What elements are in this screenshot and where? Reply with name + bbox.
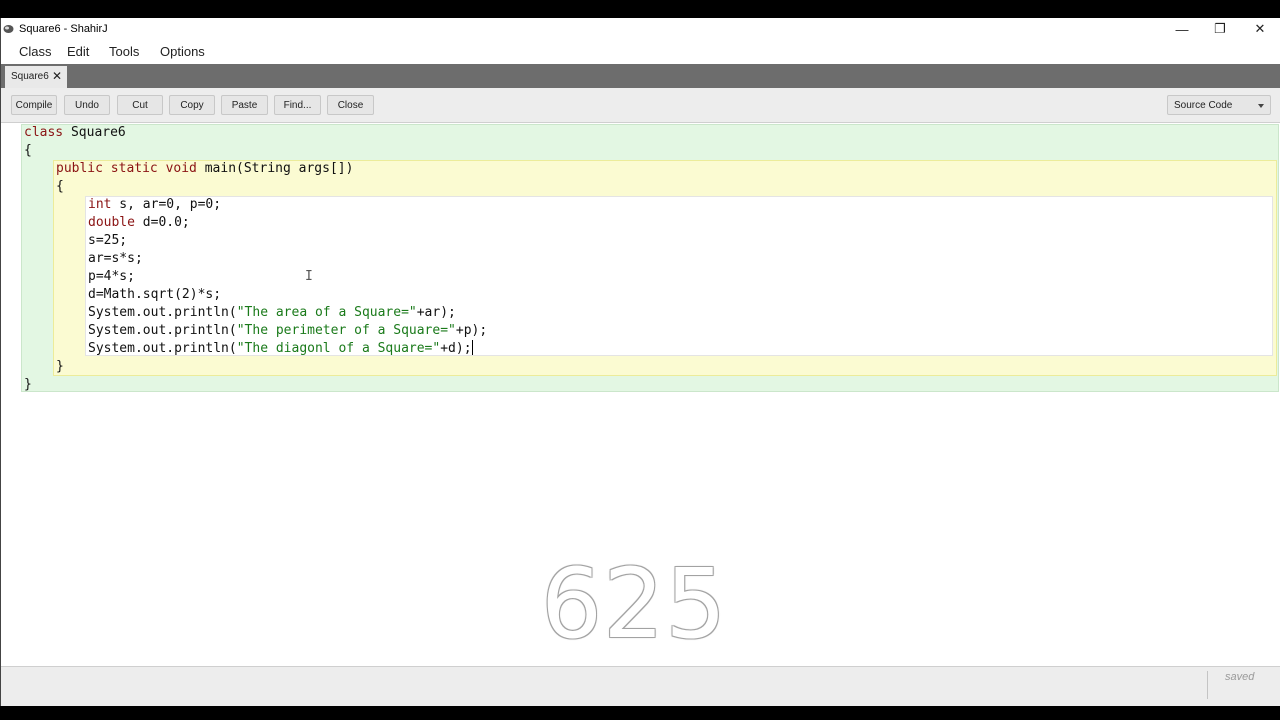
code-text: System.out.println(	[88, 341, 237, 356]
find-button[interactable]: Find...	[274, 95, 321, 115]
code-text: +p);	[455, 323, 488, 338]
code-line-8: ar=s*s;	[88, 251, 143, 266]
code-line-7: s=25;	[88, 233, 128, 248]
title-bar: Square6 - ShahirJ — ❐ ✕	[1, 18, 1280, 40]
code-text: +d);	[440, 341, 472, 356]
menu-options[interactable]: Options	[160, 44, 205, 59]
ibeam-cursor-icon: I	[305, 269, 313, 284]
code-text: System.out.println(	[88, 305, 237, 320]
close-window-button[interactable]: ✕	[1241, 18, 1279, 40]
bluej-editor-window: Square6 - ShahirJ — ❐ ✕ Class Edit Tools…	[0, 18, 1280, 706]
string-literal: "The area of a Square="	[236, 305, 417, 320]
code-text: s, ar=0, p=0;	[111, 197, 222, 212]
paste-button[interactable]: Paste	[221, 95, 268, 115]
close-button[interactable]: Close	[327, 95, 374, 115]
code-line-4: {	[56, 179, 64, 194]
bluej-app-icon	[3, 25, 14, 33]
code-line-10: d=Math.sqrt(2)*s;	[88, 287, 222, 302]
code-text: System.out.println(	[88, 323, 237, 338]
tab-close-icon[interactable]: ✕	[52, 69, 62, 83]
view-mode-value: Source Code	[1174, 100, 1233, 111]
copy-button[interactable]: Copy	[169, 95, 215, 115]
minimize-button[interactable]: —	[1163, 18, 1201, 40]
code-text: main(String args[])	[196, 161, 354, 176]
keyword: public static void	[56, 161, 197, 176]
code-line-2: {	[24, 143, 32, 158]
string-literal: "The perimeter of a Square="	[236, 323, 456, 338]
code-text: d=0.0;	[134, 215, 190, 230]
code-line-3: public static void main(String args[])	[56, 160, 353, 178]
code-line-12: System.out.println("The perimeter of a S…	[88, 322, 487, 340]
code-line-5: int s, ar=0, p=0;	[88, 196, 221, 214]
keyword: double	[88, 215, 135, 230]
string-literal: "The diagonl of a Square="	[236, 341, 441, 356]
code-line-13: System.out.println("The diagonl of a Squ…	[88, 340, 473, 358]
menu-tools[interactable]: Tools	[109, 44, 139, 59]
cut-button[interactable]: Cut	[117, 95, 163, 115]
menu-class[interactable]: Class	[19, 44, 52, 59]
code-line-15: }	[24, 377, 32, 392]
code-line-6: double d=0.0;	[88, 214, 190, 232]
editor-toolbar: Compile Undo Cut Copy Paste Find... Clos…	[1, 88, 1280, 123]
code-line-9: p=4*s;	[88, 269, 135, 284]
maximize-button[interactable]: ❐	[1201, 18, 1239, 40]
code-editor[interactable]: class Square6 { public static void main(…	[1, 123, 1280, 666]
code-line-11: System.out.println("The area of a Square…	[88, 304, 456, 322]
chevron-down-icon	[1258, 104, 1264, 108]
close-icon: ✕	[1254, 21, 1266, 36]
status-divider	[1207, 671, 1208, 699]
keyword: int	[88, 197, 112, 212]
code-line-14: }	[56, 359, 64, 374]
code-text: +ar);	[416, 305, 456, 320]
compile-button[interactable]: Compile	[11, 95, 57, 115]
view-mode-select[interactable]: Source Code	[1167, 95, 1271, 115]
menu-edit[interactable]: Edit	[67, 44, 89, 59]
window-title: Square6 - ShahirJ	[19, 23, 108, 35]
undo-button[interactable]: Undo	[64, 95, 110, 115]
overlay-result-number: 625	[541, 548, 728, 660]
minimize-icon: —	[1175, 21, 1189, 37]
text-cursor	[471, 340, 473, 355]
code-line-1: class Square6	[24, 124, 126, 142]
tab-square6[interactable]: Square6 ✕	[5, 66, 67, 88]
maximize-icon: ❐	[1214, 21, 1226, 36]
menu-bar: Class Edit Tools Options	[1, 40, 1280, 64]
saved-status: saved	[1225, 671, 1255, 683]
code-text: Square6	[63, 125, 126, 140]
keyword: class	[24, 125, 64, 140]
status-bar: saved	[1, 666, 1280, 706]
tab-strip: Square6 ✕	[1, 64, 1280, 88]
tab-label: Square6	[11, 71, 49, 82]
